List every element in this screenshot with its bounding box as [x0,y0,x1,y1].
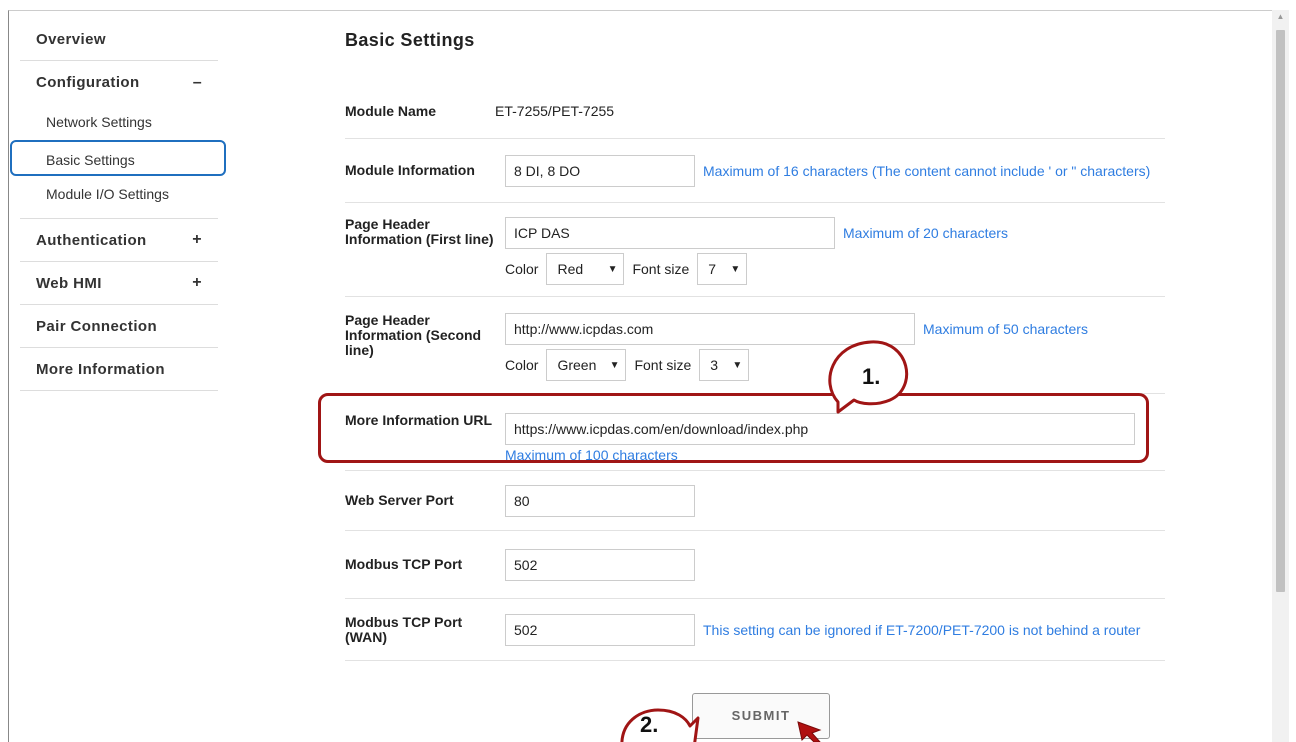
header-first-input[interactable]: ICP DAS [505,217,835,249]
field-hint: This setting can be ignored if ET-7200/P… [703,621,1141,638]
sidebar-group-configuration: Configuration – Network Settings Basic S… [10,61,226,219]
field-wrap: ICP DAS Maximum of 20 characters Color Re… [505,217,1165,296]
field-hint: Maximum of 50 characters [923,321,1088,337]
modbus-tcp-port-input[interactable]: 502 [505,548,695,581]
annotation-step-2: 2. [640,712,659,737]
sidebar-item-label: Authentication [36,231,147,249]
color-select[interactable]: Green ▼ [546,349,627,381]
scrollbar-thumb[interactable] [1276,30,1285,592]
form-row-modbus-tcp-port-wan: Modbus TCP Port (WAN) 502 This setting ca… [345,599,1165,661]
sidebar-item-label: Overview [36,30,106,48]
module-information-input[interactable]: 8 DI, 8 DO [505,154,695,187]
cursor-arrow-icon [797,721,822,742]
collapse-icon[interactable]: – [193,74,202,92]
chevron-down-icon: ▼ [607,263,618,275]
field-label: Page Header Information (First line) [345,216,494,247]
module-name-value: ET-7255/PET-7255 [495,103,615,119]
chevron-down-icon: ▼ [732,359,743,371]
chevron-down-icon: ▼ [609,359,620,371]
field-wrap: 502 This setting can be ignored if ET-720… [505,613,1165,646]
font-size-select-value: 3 [710,357,719,373]
font-size-label: Font size [632,261,690,277]
form-row-web-server-port: Web Server Port 80 [345,471,1165,531]
scroll-up-icon[interactable]: ▲ [1272,12,1289,21]
field-label: Web Server Port [345,492,454,508]
sidebar-item-pair-connection[interactable]: Pair Connection [20,305,218,348]
expand-icon[interactable]: + [192,274,202,292]
field-label: Page Header Information (Second line) [345,312,482,358]
sidebar-item-label: Web HMI [36,274,102,292]
settings-form: Module Name ET-7255/PET-7255 Module Info… [345,84,1165,661]
modbus-tcp-port-wan-input[interactable]: 502 [505,613,695,646]
field-wrap: 502 [505,548,1165,581]
annotation-highlight-box [318,393,1149,463]
page-title: Basic Settings [345,30,475,50]
font-size-select[interactable]: 3 ▼ [699,349,750,381]
field-label: Module Name [345,102,437,119]
field-wrap: 80 [505,484,1165,517]
sidebar-item-label: Pair Connection [36,317,158,335]
header-first-style: Color Red ▼ Font size 7 ▼ [505,253,1165,285]
form-row-module-name: Module Name ET-7255/PET-7255 [345,84,1165,139]
sidebar-item-basic-settings[interactable]: Basic Settings [10,140,226,176]
field-label: Modbus TCP Port (WAN) [345,613,463,645]
color-label: Color [505,261,539,277]
field-hint: Maximum of 20 characters [843,225,1008,241]
field-label: Module Information [345,162,475,178]
color-select[interactable]: Red ▼ [546,253,625,285]
sidebar-item-network-settings[interactable]: Network Settings [20,104,218,140]
color-select-value: Red [557,261,584,277]
sidebar-item-label: More Information [36,360,165,378]
sidebar-nav: Overview Configuration – Network Setting… [10,18,226,391]
web-server-port-input[interactable]: 80 [505,484,695,517]
sidebar-item-overview[interactable]: Overview [20,18,218,61]
field-label: Modbus TCP Port [345,556,463,572]
font-size-select[interactable]: 7 ▼ [697,253,748,285]
sidebar-item-module-io-settings[interactable]: Module I/O Settings [20,176,218,212]
expand-icon[interactable]: + [192,231,202,249]
sidebar-item-label: Configuration [36,74,140,91]
annotation-step-1: 1. [862,364,881,389]
sidebar-item-configuration[interactable]: Configuration – [20,61,218,104]
field-hint: Maximum of 16 characters (The content ca… [703,162,1151,179]
form-row-header-first: Page Header Information (First line) ICP… [345,203,1165,297]
form-row-modbus-tcp-port: Modbus TCP Port 502 [345,531,1165,599]
vertical-scrollbar[interactable]: ▲ [1272,10,1289,742]
chevron-down-icon: ▼ [730,263,741,275]
field-wrap: 8 DI, 8 DO Maximum of 16 characters (The … [505,154,1165,187]
form-row-module-information: Module Information 8 DI, 8 DO Maximum of … [345,139,1165,203]
sidebar-item-authentication[interactable]: Authentication + [20,219,218,262]
font-size-label: Font size [634,357,692,373]
color-select-value: Green [557,357,597,373]
font-size-select-value: 7 [708,261,717,277]
sidebar-item-more-information[interactable]: More Information [20,348,218,391]
form-row-header-second: Page Header Information (Second line) ht… [345,297,1165,394]
color-label: Color [505,357,539,373]
sidebar-item-web-hmi[interactable]: Web HMI + [20,262,218,305]
